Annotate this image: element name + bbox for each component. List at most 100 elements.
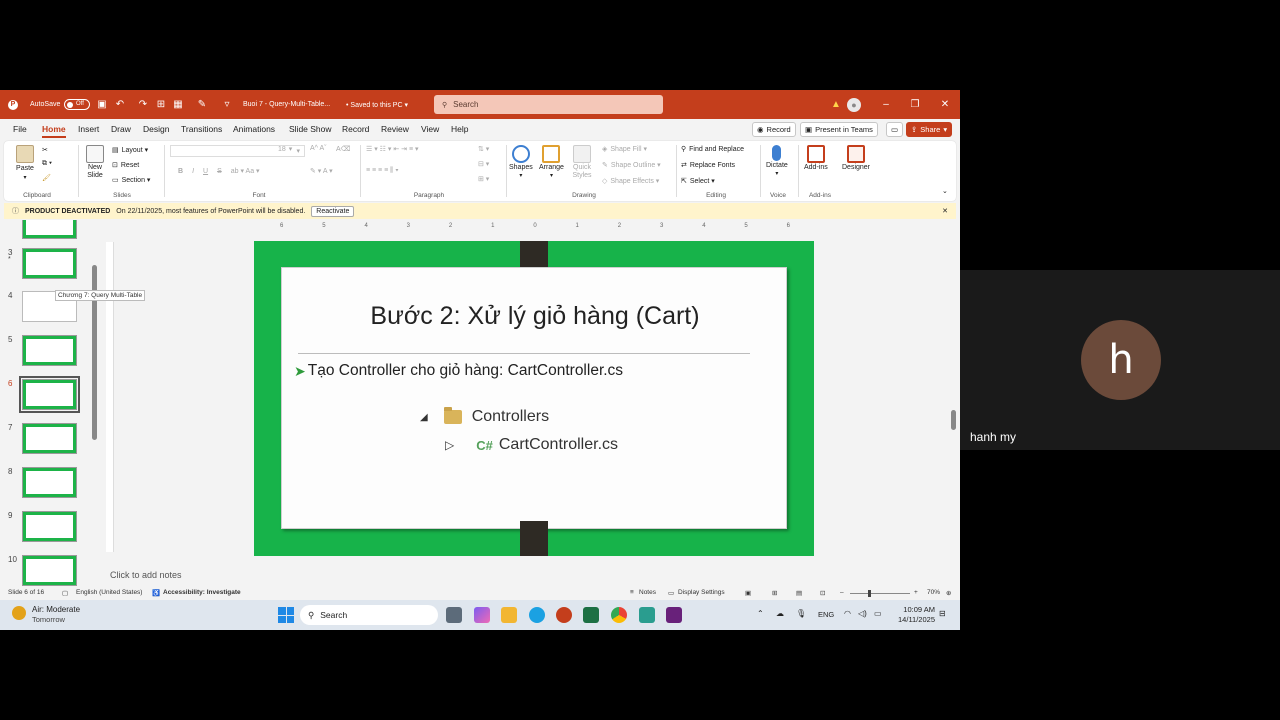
taskbar-search[interactable]: ⚲ Search [300, 605, 438, 625]
slide-thumbnail-3[interactable] [22, 248, 77, 279]
slide-bullet[interactable]: ➤ Tạo Controller cho giỏ hàng: CartContr… [294, 362, 623, 380]
replace-fonts-button[interactable]: ⇄ Replace Fonts [681, 161, 735, 170]
tab-record[interactable]: Record [342, 124, 369, 134]
dictate-button[interactable]: Dictate ▾ [766, 145, 788, 177]
notes-pane[interactable]: Click to add notes [100, 566, 960, 584]
tab-animations[interactable]: Animations [233, 124, 275, 134]
warning-icon[interactable]: ▲ [830, 90, 842, 119]
slide-thumbnail-10[interactable] [22, 555, 77, 586]
weather-title[interactable]: Air: Moderate [32, 605, 80, 614]
minimize-icon[interactable]: – [880, 90, 892, 119]
zoom-slider-thumb[interactable] [868, 590, 871, 597]
find-and-replace-button[interactable]: ⚲ Find and Replace [681, 145, 744, 154]
edge-icon[interactable] [529, 607, 545, 623]
battery-icon[interactable]: ▭ [874, 609, 882, 618]
thumbnails-scrollbar[interactable] [92, 225, 97, 585]
notes-button[interactable]: Notes [639, 589, 656, 596]
zoom-level[interactable]: 70% [927, 589, 940, 596]
show-hidden-icons-icon[interactable]: ⌃ [757, 609, 764, 618]
account-avatar[interactable]: ● [847, 90, 861, 119]
shape-outline-button[interactable]: ✎ Shape Outline ▾ [602, 161, 661, 169]
tab-file[interactable]: File [13, 124, 27, 134]
tab-transitions[interactable]: Transitions [181, 124, 222, 134]
reset-button[interactable]: ⊡ Reset [112, 161, 139, 170]
share-button[interactable]: ⇪ Share ▾ [906, 122, 953, 137]
designer-button[interactable]: Designer [842, 145, 870, 171]
accessibility-status[interactable]: Accessibility: Investigate [163, 589, 241, 596]
list-icons[interactable]: ☰ ▾ ☷ ▾ ⇤ ⇥ ≡ ▾ [366, 145, 419, 153]
zoom-slider[interactable] [850, 593, 910, 594]
clock-date[interactable]: 14/11/2025 [893, 615, 935, 624]
comments-icon[interactable]: ▭ [886, 122, 904, 137]
chrome-icon[interactable] [611, 607, 627, 623]
volume-icon[interactable]: ◁) [858, 609, 867, 618]
slide-thumbnail-6[interactable] [19, 376, 80, 413]
customize-toolbar-icon[interactable]: ▿ [221, 90, 233, 119]
display-settings-button[interactable]: Display Settings [678, 589, 725, 596]
quick-styles-button[interactable]: Quick Styles [570, 145, 594, 180]
arrange-button[interactable]: Arrange ▾ [539, 145, 564, 179]
shape-effects-button[interactable]: ◇ Shape Effects ▾ [602, 177, 659, 185]
cut-icon[interactable]: ✂ [42, 146, 48, 154]
tab-view[interactable]: View [421, 124, 439, 134]
powerpoint-taskbar-icon[interactable] [556, 607, 572, 623]
tab-design[interactable]: Design [143, 124, 169, 134]
present-in-teams-button[interactable]: ▣ Present in Teams [800, 122, 878, 137]
layout-button[interactable]: ▤ Layout ▾ [112, 146, 148, 154]
new-slide-button[interactable]: New Slide [82, 145, 108, 180]
windows-start-icon[interactable] [278, 607, 294, 623]
slide-thumbnail-7[interactable] [22, 423, 77, 454]
slide-thumbnail-8[interactable] [22, 467, 77, 498]
normal-view-icon[interactable]: ▣ [745, 589, 751, 597]
copilot-icon[interactable] [474, 607, 490, 623]
tab-slide-show[interactable]: Slide Show [289, 124, 332, 134]
task-view-icon[interactable] [446, 607, 462, 623]
tab-draw[interactable]: Draw [111, 124, 131, 134]
saved-status[interactable]: • Saved to this PC ▾ [346, 90, 408, 119]
slide-sorter-icon[interactable]: ⊞ [772, 589, 777, 597]
reactivate-button[interactable]: Reactivate [311, 205, 355, 217]
zoom-in-icon[interactable]: + [914, 589, 918, 596]
close-notice-icon[interactable]: ✕ [942, 207, 948, 215]
record-button[interactable]: ◉ Record [752, 122, 796, 137]
paste-button[interactable]: Paste ▾ [16, 145, 34, 181]
slide-title[interactable]: Bước 2: Xử lý giỏ hàng (Cart) [282, 302, 788, 331]
add-ins-button[interactable]: Add-ins [804, 145, 828, 171]
font-size-combo[interactable]: 18 ▾ [278, 145, 292, 154]
font-style-icons[interactable]: BIUS ab ▾ Aa ▾ [178, 167, 260, 176]
input-language[interactable]: ENG [818, 610, 834, 619]
alignment-icons[interactable]: ≡ ≡ ≡ ≡ ⫼ ▾ [366, 167, 399, 175]
slide-thumbnail-9[interactable] [22, 511, 77, 542]
excel-icon[interactable] [583, 607, 599, 623]
redo-icon[interactable]: ↷ [137, 90, 149, 119]
meet-icon[interactable] [639, 607, 655, 623]
autosave-toggle[interactable]: Off [60, 90, 90, 119]
weather-icon[interactable] [12, 606, 26, 620]
table-icon[interactable]: ▦ [172, 90, 184, 119]
shapes-button[interactable]: Shapes ▾ [509, 145, 533, 179]
smartart-icon[interactable]: ⊞ ▾ [478, 175, 489, 183]
tab-help[interactable]: Help [451, 124, 468, 134]
scrollbar-thumb[interactable] [951, 410, 956, 430]
close-icon[interactable]: ✕ [939, 90, 951, 119]
tab-review[interactable]: Review [381, 124, 409, 134]
font-color-icons[interactable]: ✎ ▾ A ▾ [310, 167, 333, 175]
clear-formatting-icon[interactable]: A⌫ [336, 145, 351, 153]
save-icon[interactable]: ▣ [96, 90, 108, 119]
section-button[interactable]: ▭ Section ▾ [112, 176, 150, 184]
clock-time[interactable]: 10:09 AM [897, 605, 935, 614]
undo-icon[interactable]: ↶ [114, 90, 126, 119]
search-box[interactable]: ⚲ Search [434, 95, 663, 114]
format-painter-icon[interactable]: 🖌 [42, 174, 51, 182]
present-from-start-icon[interactable]: ⊞ [155, 90, 167, 119]
shape-fill-button[interactable]: ◈ Shape Fill ▾ [602, 145, 647, 153]
slide-thumbnail-5[interactable] [22, 335, 77, 366]
slide-thumbnail[interactable] [22, 220, 77, 239]
copy-icon[interactable]: ⧉ ▾ [42, 160, 52, 168]
microphone-tray-icon[interactable]: 🎙 [796, 609, 806, 618]
reading-view-icon[interactable]: ▤ [796, 589, 802, 597]
zoom-out-icon[interactable]: – [840, 589, 844, 596]
select-button[interactable]: ⇱ Select ▾ [681, 177, 715, 185]
pen-icon[interactable]: ✎ [196, 90, 208, 119]
spellcheck-icon[interactable]: ▢ [62, 589, 68, 597]
